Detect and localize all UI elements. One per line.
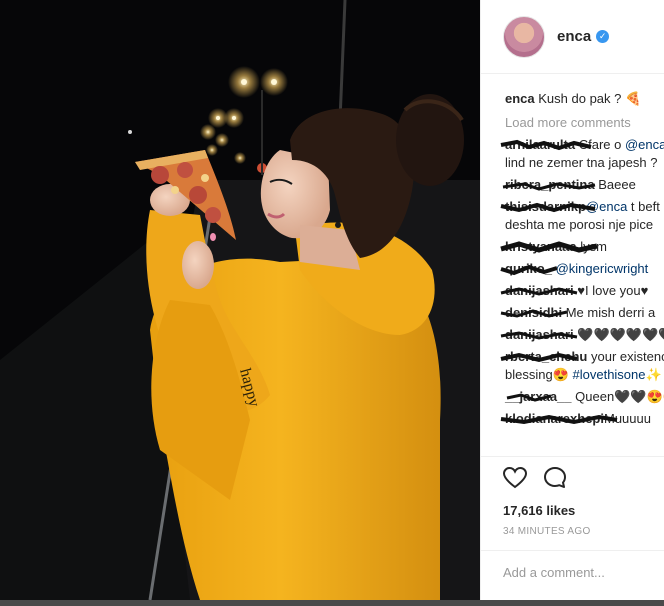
avatar[interactable] <box>503 15 545 58</box>
comment-mention[interactable]: @kingericwright <box>556 261 649 276</box>
comment-text: Cfare o <box>578 137 625 152</box>
comment-input[interactable] <box>503 565 653 580</box>
comment-username[interactable]: quriko_ <box>505 261 552 276</box>
speech-bubble-icon[interactable] <box>543 466 567 495</box>
comment-item: arnilaarulta Cfare o @enca lind ne zemer… <box>500 136 664 172</box>
comment-item: thisisdarnikp@enca t beft n deshta me po… <box>500 198 664 234</box>
comment-username[interactable]: danijashari <box>505 327 574 342</box>
comment-text: t beft n <box>630 199 664 214</box>
comment-text: Queen🖤🖤😍😍 <box>575 389 664 404</box>
comment-item: denisidhi Me mish derri a <box>500 304 664 322</box>
comment-item: rberta_chehu your existence blessing😍 #l… <box>500 348 664 384</box>
comment-text: Me mish derri a <box>565 305 656 320</box>
comments-list: enca Kush do pak ? 🍕 Load more comments … <box>481 74 664 428</box>
header-username[interactable]: enca <box>557 28 591 45</box>
post-sidebar: enca ✓ enca Kush do pak ? 🍕 Load more co… <box>480 0 664 600</box>
load-more-comments-button[interactable]: Load more comments <box>505 114 664 132</box>
comment-item: klodianarexhepiMuuuuu <box>500 410 664 428</box>
verified-badge-icon: ✓ <box>596 30 610 43</box>
comment-text: lysm <box>580 239 607 254</box>
caption-text: Kush do pak ? 🍕 <box>538 91 642 106</box>
comment-username[interactable]: klodianarexhepi <box>505 411 604 426</box>
comment-text-line2: deshta me porosi nje pice <box>505 217 654 232</box>
comment-text: ♥I love you♥ <box>577 283 649 298</box>
comment-item: danijashari 🖤🖤🖤🖤🖤🖤 <box>500 326 664 344</box>
post-header: enca ✓ <box>481 0 664 74</box>
add-comment-bar <box>481 550 664 596</box>
comment-mention[interactable]: @enca <box>625 137 664 152</box>
comment-username[interactable]: ribera_pentina <box>505 177 595 192</box>
comment-text: your existence <box>591 349 664 364</box>
post-timestamp[interactable]: 34 MINUTES AGO <box>503 526 664 537</box>
comment-item: danijashari ♥I love you♥ <box>500 282 664 300</box>
comment-hashtag[interactable]: #lovethisone✨ <box>573 367 662 382</box>
heart-icon[interactable] <box>502 466 528 494</box>
comment-item: quriko_ @kingericwright <box>500 260 664 278</box>
comment-text-line2: blessing😍 <box>505 367 573 382</box>
comment-text: 🖤🖤🖤🖤🖤🖤 <box>577 327 664 342</box>
comment-item: __jarxaa__ Queen🖤🖤😍😍 <box>505 388 664 406</box>
comment-mention[interactable]: @enca <box>586 199 627 214</box>
comment-username[interactable]: danijashari <box>505 283 574 298</box>
comment-item: kristyanaaa lysm <box>500 238 664 256</box>
comment-username[interactable]: __jarxaa__ <box>505 389 572 404</box>
comment-text: Muuuuu <box>603 411 651 426</box>
post-actions: 17,616 likes 34 MINUTES AGO <box>481 456 664 537</box>
comment-username[interactable]: denisidhi <box>505 305 562 320</box>
comment-text-line2: lind ne zemer tna japesh ? <box>505 155 658 170</box>
caption-username[interactable]: enca <box>505 91 535 106</box>
caption: enca Kush do pak ? 🍕 <box>505 90 664 108</box>
comment-username[interactable]: arnilaarulta <box>505 137 575 152</box>
bottom-divider <box>0 600 664 606</box>
likes-count[interactable]: 17,616 likes <box>503 503 664 518</box>
comment-username[interactable]: thisisdarnikp <box>505 199 586 214</box>
comment-item: ribera_pentina Baeee <box>502 176 664 194</box>
comment-username[interactable]: rberta_chehu <box>505 349 587 364</box>
comment-username[interactable]: kristyanaaa <box>505 239 577 254</box>
comment-text: Baeee <box>598 177 636 192</box>
post-photo[interactable]: happy <box>0 0 480 600</box>
